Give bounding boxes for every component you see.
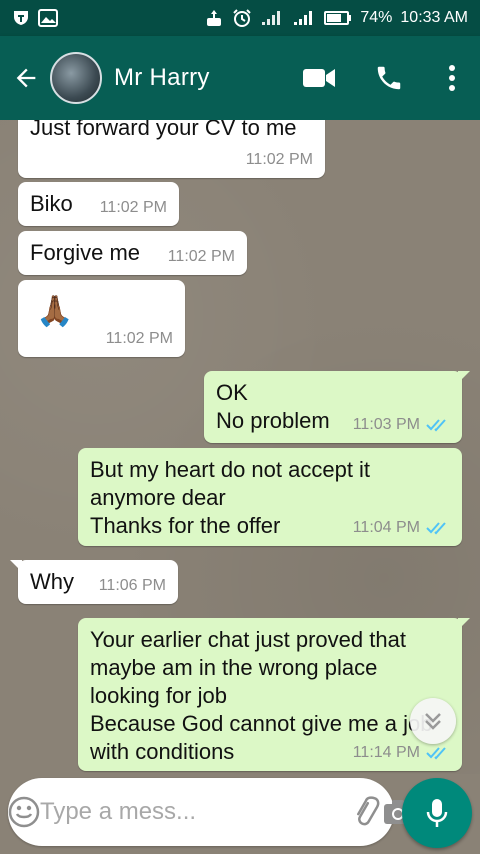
chat-header: Mr Harry	[0, 36, 480, 120]
message-bubble-incoming[interactable]: Why 11:06 PM	[10, 560, 178, 604]
alarm-icon	[232, 8, 252, 28]
video-camera-icon	[303, 69, 335, 87]
double-check-icon	[426, 419, 446, 432]
message-bubble-incoming[interactable]: 🙏🏾 11:02 PM	[18, 280, 185, 357]
message-time: 11:02 PM	[105, 330, 173, 347]
emoji-icon	[8, 796, 40, 828]
vpn-shield-icon	[12, 9, 30, 27]
battery-percent: 74%	[360, 9, 393, 26]
emoji-button[interactable]	[8, 796, 40, 828]
message-text: But my heart do not accept it anymore de…	[90, 457, 371, 538]
message-time: 11:14 PM	[352, 744, 420, 761]
arrow-left-icon	[16, 68, 36, 88]
message-time: 11:02 PM	[167, 248, 235, 265]
chat-area[interactable]: Just forward your CV to me 11:02 PM Biko…	[0, 120, 480, 774]
message-bubble-outgoing[interactable]: OK No problem 11:03 PM	[204, 371, 470, 443]
message-time-wrap: 11:14 PM	[353, 743, 450, 763]
bubble-tail	[10, 560, 22, 572]
microphone-icon	[426, 799, 448, 827]
composer-bar	[0, 774, 480, 854]
message-time: 11:06 PM	[98, 577, 166, 594]
message-bubble-outgoing[interactable]: But my heart do not accept it anymore de…	[78, 448, 462, 546]
message-time-wrap: 11:06 PM	[99, 576, 166, 596]
signal-icon-1	[260, 9, 284, 27]
video-call-button[interactable]	[284, 65, 354, 91]
message-input[interactable]	[40, 798, 350, 826]
message-time: 11:03 PM	[352, 416, 420, 433]
message-time-wrap: 11:04 PM	[353, 518, 450, 538]
paperclip-icon	[357, 796, 380, 826]
message-text: Why	[30, 569, 74, 594]
praying-hands-emoji: 🙏🏾	[36, 295, 74, 328]
avatar[interactable]	[50, 52, 102, 104]
message-time-wrap: 11:02 PM	[168, 247, 235, 267]
status-bar: 74% 10:33 AM	[0, 0, 480, 36]
scroll-to-bottom-button[interactable]	[410, 698, 456, 744]
message-time: 11:02 PM	[245, 151, 313, 168]
voice-call-button[interactable]	[354, 63, 424, 93]
phone-icon	[377, 66, 401, 90]
voice-message-button[interactable]	[402, 778, 472, 848]
message-time: 11:04 PM	[352, 519, 420, 536]
message-text: Biko	[30, 191, 73, 216]
message-text: Forgive me	[30, 240, 141, 265]
attach-button[interactable]	[350, 796, 382, 828]
bubble-tail	[458, 371, 470, 383]
message-bubble-incoming[interactable]: Biko 11:02 PM	[18, 182, 179, 226]
message-time-wrap: 11:02 PM	[106, 329, 173, 349]
message-time-wrap: 11:02 PM	[100, 198, 167, 218]
more-vertical-icon	[449, 65, 455, 91]
data-saver-icon	[204, 8, 224, 28]
message-time-wrap: 11:02 PM	[246, 150, 313, 170]
message-bubble-incoming[interactable]: Just forward your CV to me 11:02 PM	[18, 120, 325, 178]
gallery-notification-icon	[38, 9, 58, 27]
message-time: 11:02 PM	[99, 199, 167, 216]
bubble-tail	[458, 618, 470, 630]
message-bubble-incoming[interactable]: Forgive me 11:02 PM	[18, 231, 247, 275]
signal-icon-2	[292, 9, 316, 27]
back-button[interactable]	[4, 64, 48, 92]
double-check-icon	[426, 747, 446, 760]
double-check-icon	[426, 522, 446, 535]
message-bubble-outgoing[interactable]: Your earlier chat just proved that maybe…	[78, 618, 470, 771]
more-options-button[interactable]	[424, 64, 480, 92]
message-time-wrap: 11:03 PM	[353, 415, 450, 435]
double-chevron-down-icon	[425, 713, 441, 730]
contact-name[interactable]: Mr Harry	[114, 64, 284, 92]
message-input-box	[8, 778, 412, 846]
battery-icon	[324, 10, 352, 26]
clock: 10:33 AM	[400, 9, 468, 26]
message-text: Just forward your CV to me	[30, 120, 297, 140]
message-text: OK No problem	[216, 380, 330, 433]
